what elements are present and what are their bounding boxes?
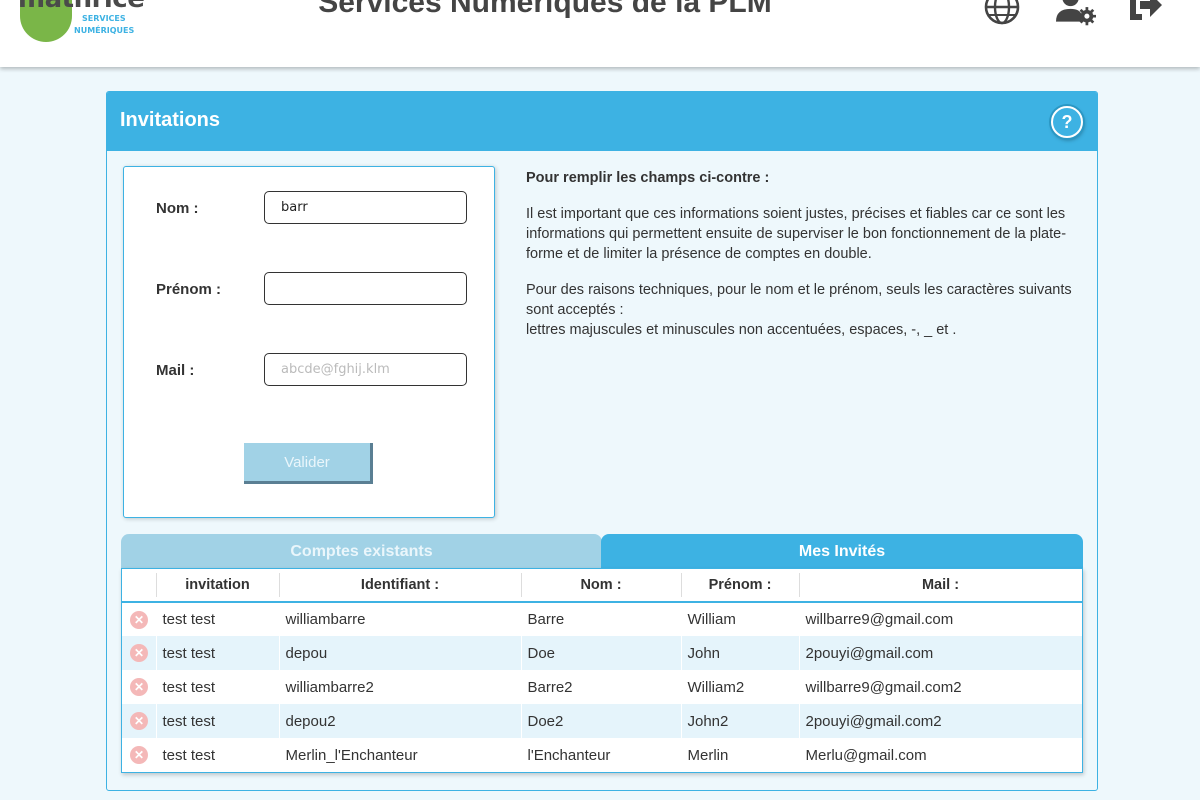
cell-prenom: John [680,636,799,670]
table-row: ✕ test test williambarre2 Barre2 William… [122,670,1082,704]
site-title: Services Numériques de la PLM [318,0,772,19]
delete-cell: ✕ [122,670,156,704]
invitation-form: Nom : Prénom : Mail : Valider [123,166,495,518]
table-row: ✕ test test depou2 Doe2 John2 2pouyi@gma… [122,704,1082,738]
info-paragraph-2: Pour des raisons techniques, pour le nom… [526,280,1086,340]
table-row: ✕ test test williambarre Barre William w… [122,602,1082,636]
info-paragraph-1: Il est important que ces informations so… [526,206,1067,262]
cell-invitation: test test [155,738,279,772]
cell-mail: Merlu@gmail.com [798,738,1082,772]
logout-icon[interactable] [1126,0,1166,26]
info-paragraph-2-line-1: Pour des raisons techniques, pour le nom… [526,282,1072,318]
cell-mail: willbarre9@gmail.com2 [798,670,1082,704]
top-header: mathrice SERVICES NUMÉRIQUES Services Nu… [0,0,1200,67]
cell-prenom: Merlin [680,738,799,772]
valider-button[interactable]: Valider [244,443,373,484]
cell-nom: Doe [520,636,681,670]
cell-invitation: test test [155,704,279,738]
column-header-action [122,569,156,603]
cell-prenom: John2 [680,704,799,738]
nom-input[interactable] [264,191,467,224]
cell-identifiant: williambarre [278,602,521,636]
info-title: Pour remplir les champs ci-contre : [526,170,770,186]
cell-nom: Doe2 [520,704,681,738]
logo-subtitle-2: NUMÉRIQUES [74,26,135,35]
nom-label: Nom : [156,200,199,217]
table-row: ✕ test test Merlin_l'Enchanteur l'Enchan… [122,738,1082,772]
invitations-panel: Invitations ? Nom : Prénom : Mail : Vali… [106,91,1098,791]
cell-nom: Barre [520,602,681,636]
cell-identifiant: depou [278,636,521,670]
cell-identifiant: Merlin_l'Enchanteur [278,738,521,772]
column-header-identifiant: Identifiant : [279,569,521,603]
cell-invitation: test test [155,670,279,704]
help-icon: ? [1061,111,1073,132]
cell-prenom: William2 [680,670,799,704]
globe-icon[interactable] [982,0,1022,26]
column-header-invitation: invitation [156,569,279,603]
info-paragraph-2-line-2: lettres majuscules et minuscules non acc… [526,322,957,338]
cell-identifiant: depou2 [278,704,521,738]
delete-icon[interactable]: ✕ [130,746,148,764]
cell-mail: willbarre9@gmail.com [798,602,1082,636]
tab-mes-invites[interactable]: Mes Invités [601,534,1083,570]
table-row: ✕ test test depou Doe John 2pouyi@gmail.… [122,636,1082,670]
prenom-label: Prénom : [156,281,222,298]
column-header-nom: Nom : [521,569,681,603]
cell-invitation: test test [155,602,279,636]
help-button[interactable]: ? [1051,106,1083,138]
delete-cell: ✕ [122,636,156,670]
invites-table: invitation Identifiant : Nom : Prénom : … [122,569,1082,772]
panel-header: Invitations ? [107,92,1097,151]
mail-label: Mail : [156,362,195,379]
info-section: Pour remplir les champs ci-contre : Il e… [526,168,1086,356]
panel-title: Invitations [120,109,221,131]
delete-icon[interactable]: ✕ [130,644,148,662]
cell-nom: Barre2 [520,670,681,704]
mail-input[interactable] [264,353,467,386]
table-header-row: invitation Identifiant : Nom : Prénom : … [122,569,1082,603]
cell-invitation: test test [155,636,279,670]
delete-cell: ✕ [122,602,156,636]
delete-icon[interactable]: ✕ [130,610,148,629]
user-settings-icon[interactable] [1056,0,1096,26]
column-header-mail: Mail : [799,569,1082,603]
cell-mail: 2pouyi@gmail.com [798,636,1082,670]
cell-nom: l'Enchanteur [520,738,681,772]
cell-prenom: William [680,602,799,636]
cell-identifiant: williambarre2 [278,670,521,704]
delete-icon[interactable]: ✕ [130,712,148,730]
delete-icon[interactable]: ✕ [130,678,148,696]
column-header-prenom: Prénom : [681,569,799,603]
prenom-input[interactable] [264,272,467,305]
delete-cell: ✕ [122,738,156,772]
cell-mail: 2pouyi@gmail.com2 [798,704,1082,738]
tab-comptes-existants[interactable]: Comptes existants [121,534,602,570]
delete-cell: ✕ [122,704,156,738]
invites-table-container: invitation Identifiant : Nom : Prénom : … [121,568,1083,773]
